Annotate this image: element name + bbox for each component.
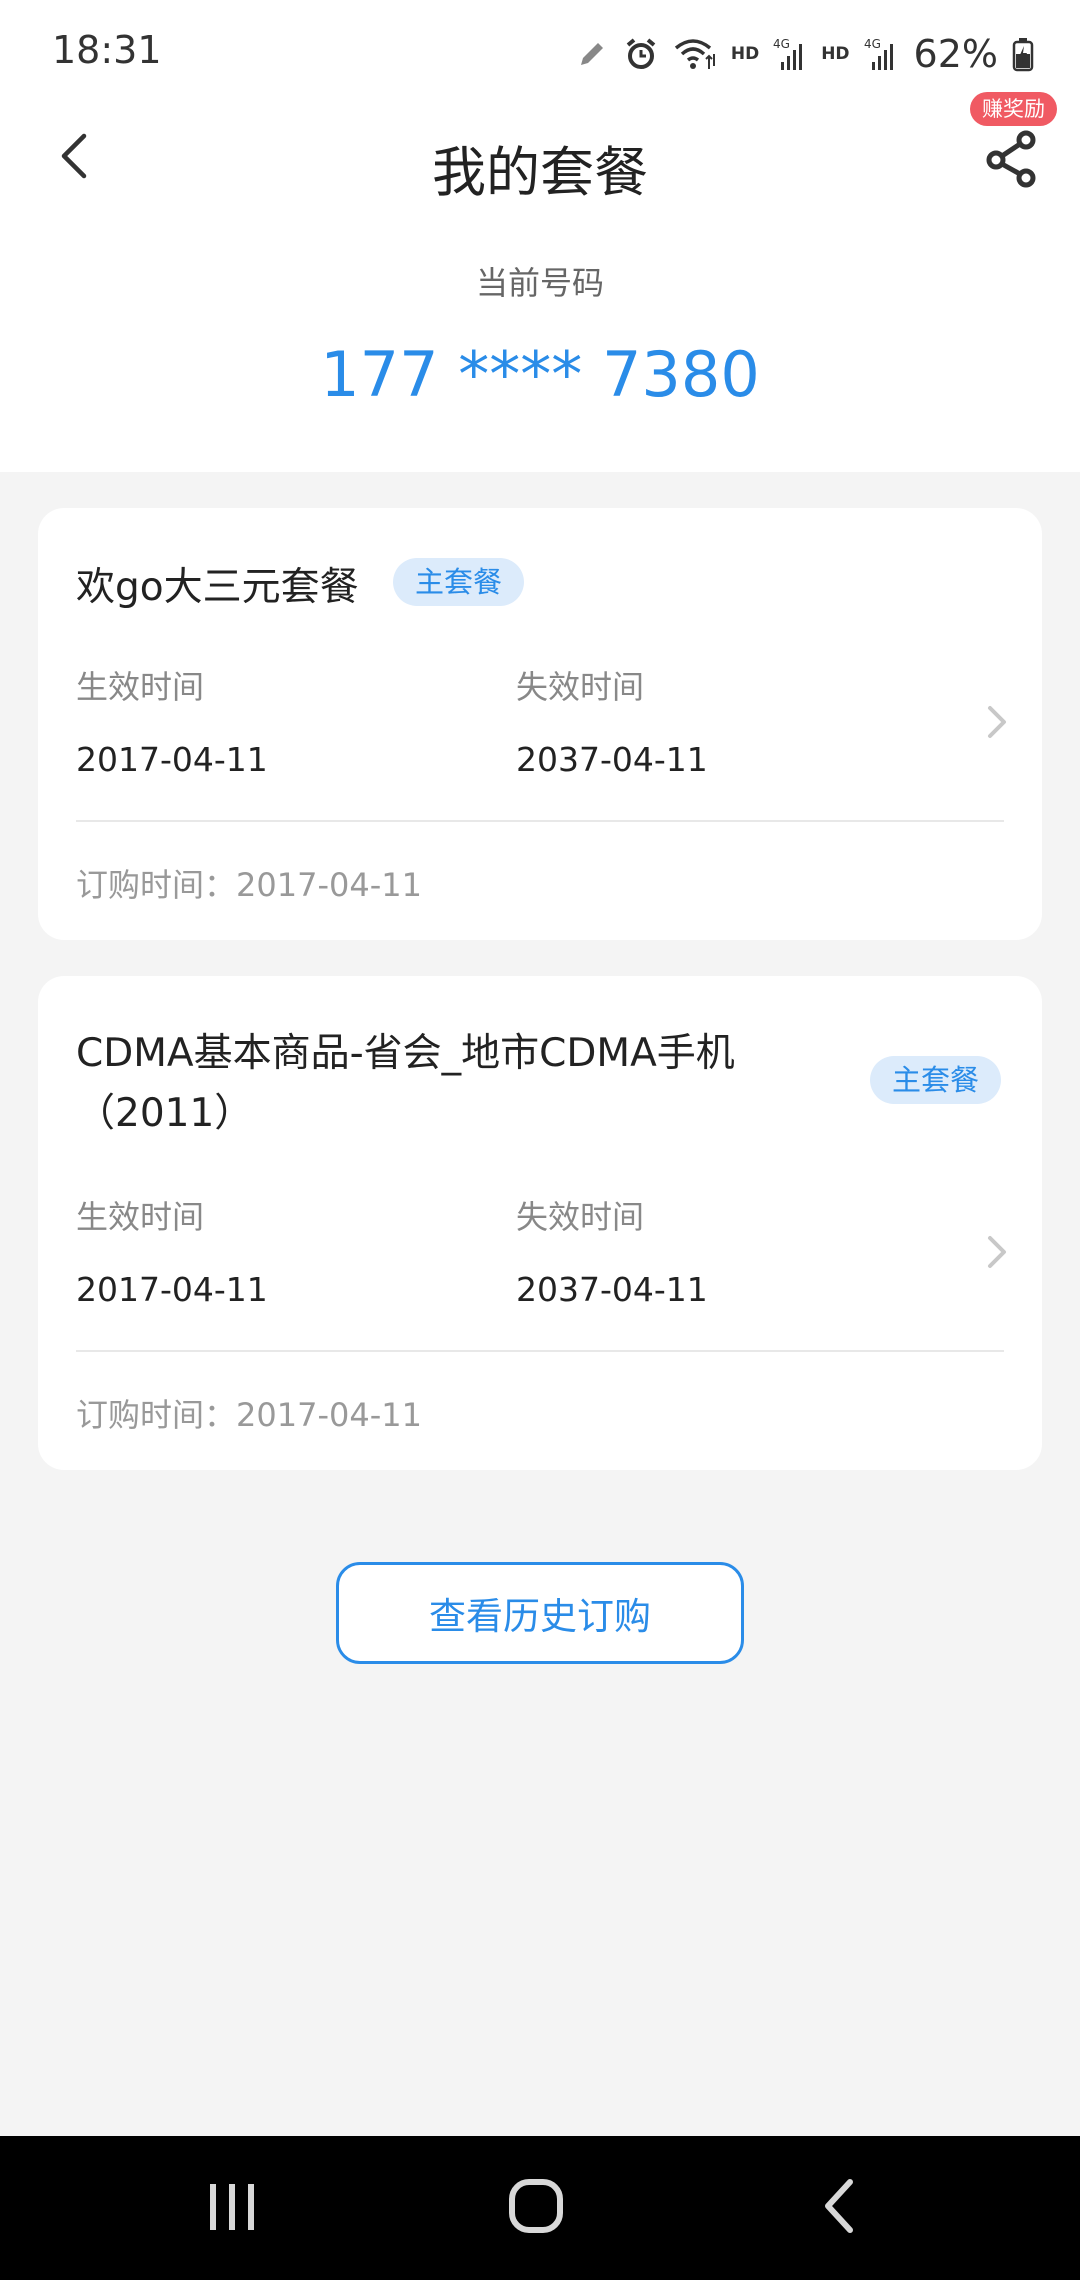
pen-icon: [575, 37, 609, 71]
recent-apps-button[interactable]: [172, 2166, 292, 2250]
effective-time-label: 生效时间: [76, 1198, 205, 1236]
hd-indicator-2: HD: [821, 44, 850, 64]
view-history-button[interactable]: 查看历史订购: [336, 1562, 744, 1664]
alarm-icon: [623, 36, 659, 72]
plan-name: 欢go大三元套餐: [76, 565, 359, 610]
home-button[interactable]: [476, 2166, 596, 2250]
nav-back-icon: [820, 2174, 860, 2242]
order-time: 订购时间：2017-04-11: [76, 1396, 422, 1434]
expiry-date: 2037-04-11: [516, 740, 708, 779]
reward-badge[interactable]: 赚奖励: [970, 92, 1057, 126]
home-icon: [504, 2174, 568, 2242]
main-plan-badge: 主套餐: [393, 558, 525, 606]
status-bar: 18:31 HD 4G HD 4G 62%: [0, 0, 1080, 100]
current-number-label: 当前号码: [475, 264, 604, 302]
share-button[interactable]: [976, 124, 1048, 196]
plan-card[interactable]: CDMA基本商品-省会_地市CDMA手机 （2011） 主套餐 生效时间 失效时…: [38, 976, 1042, 1470]
card-divider: [76, 820, 1004, 822]
effective-time-label: 生效时间: [76, 668, 205, 706]
header: 我的套餐 赚奖励: [0, 92, 1080, 220]
plan-name-line2: （2011）: [76, 1091, 254, 1136]
card-divider: [76, 1350, 1004, 1352]
navigation-bar: [0, 2136, 1080, 2280]
effective-date: 2017-04-11: [76, 1270, 268, 1309]
wifi-icon: [673, 36, 717, 72]
expiry-date: 2037-04-11: [516, 1270, 708, 1309]
current-number-value: 177 **** 7380: [320, 338, 760, 411]
svg-text:4G: 4G: [773, 37, 790, 51]
hd-indicator-1: HD: [730, 44, 760, 64]
main-plan-badge: 主套餐: [870, 1056, 1002, 1104]
status-icons: HD 4G HD 4G 62%: [575, 28, 1034, 80]
signal-4g-icon: 4G: [864, 36, 898, 72]
effective-date: 2017-04-11: [76, 740, 268, 779]
share-icon: [984, 128, 1040, 192]
battery-percent: 62%: [913, 32, 998, 76]
expiry-time-label: 失效时间: [516, 1198, 645, 1236]
recent-apps-icon: [202, 2176, 262, 2240]
plan-card[interactable]: 欢go大三元套餐 主套餐 生效时间 失效时间 2017-04-11 2037-0…: [38, 508, 1042, 940]
order-time: 订购时间：2017-04-11: [76, 866, 422, 904]
status-time: 18:31: [52, 28, 162, 72]
battery-icon: [1012, 36, 1034, 72]
plan-name-line1: CDMA基本商品-省会_地市CDMA手机: [76, 1031, 735, 1076]
svg-text:4G: 4G: [864, 37, 881, 51]
chevron-right-icon: [982, 702, 1012, 742]
chevron-right-icon: [982, 1232, 1012, 1272]
expiry-time-label: 失效时间: [516, 668, 645, 706]
page-title: 我的套餐: [432, 141, 648, 204]
nav-back-button[interactable]: [780, 2166, 900, 2250]
signal-4g-icon: 4G: [773, 36, 807, 72]
